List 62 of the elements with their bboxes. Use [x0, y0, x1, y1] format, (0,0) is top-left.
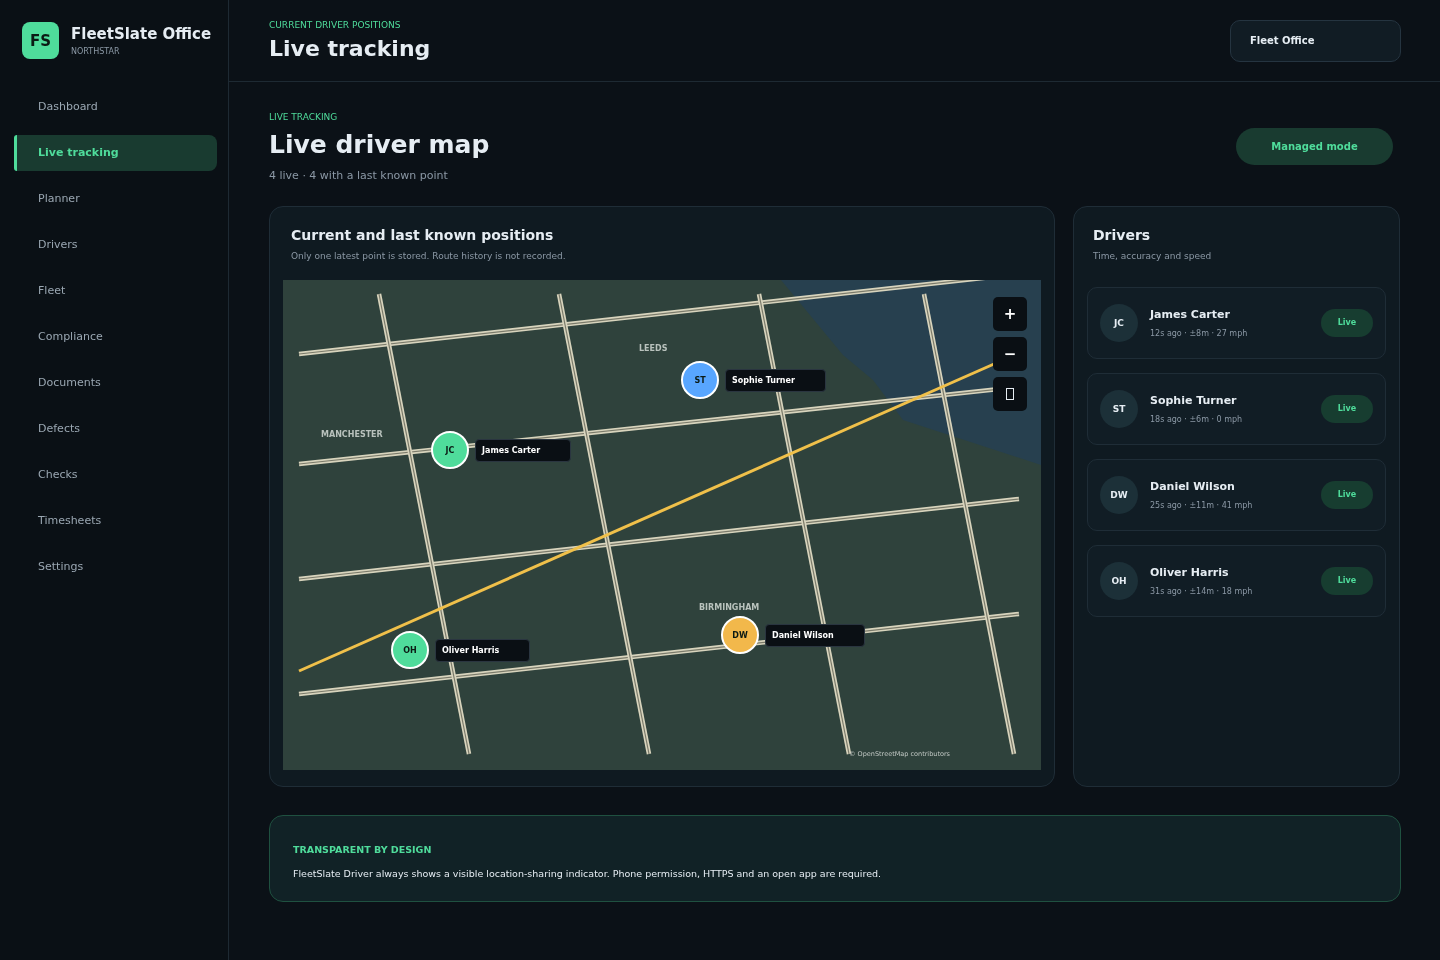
driver-row[interactable]: DW Daniel Wilson 25s ago · ±11m · 41 mph Live	[1087, 459, 1386, 531]
marker-label: Daniel Wilson	[765, 623, 865, 647]
driver-details: 12s ago · ±8m · 27 mph	[1150, 329, 1249, 338]
marker-label: Sophie Turner	[725, 368, 826, 392]
driver-name: Daniel Wilson	[1150, 480, 1236, 493]
card-subtitle: Time, accuracy and speed	[1093, 251, 1213, 261]
driver-avatar: OH	[1100, 562, 1138, 600]
city-label: BIRMINGHAM	[699, 603, 760, 612]
sidebar-item[interactable]: Fleet	[14, 273, 217, 309]
fullscreen-button[interactable]	[993, 377, 1027, 411]
card-title: Drivers	[1093, 227, 1152, 243]
status-badge: Live	[1321, 481, 1373, 509]
mode-badge: Managed mode	[1236, 128, 1393, 165]
sidebar-item[interactable]: Documents	[14, 365, 217, 401]
driver-name: James Carter	[1150, 308, 1231, 321]
driver-details: 25s ago · ±11m · 41 mph	[1150, 501, 1254, 510]
sidebar-item[interactable]: Settings	[14, 549, 217, 585]
driver-marker[interactable]: ST	[681, 361, 719, 399]
sidebar-item[interactable]: Drivers	[14, 227, 217, 263]
sidebar-item[interactable]: Defects	[14, 411, 217, 447]
notice-title: TRANSPARENT BY DESIGN	[293, 844, 432, 855]
rectangle-icon	[1006, 388, 1014, 400]
city-label: MANCHESTER	[321, 430, 383, 439]
organization-name: NORTHSTAR	[71, 47, 121, 56]
driver-details: 31s ago · ±14m · 18 mph	[1150, 587, 1254, 596]
app-name: FleetSlate Office	[71, 25, 212, 43]
driver-name: Oliver Harris	[1150, 566, 1230, 579]
status-badge: Live	[1321, 567, 1373, 595]
driver-marker[interactable]: DW	[721, 616, 759, 654]
logo: FS	[22, 22, 59, 59]
driver-marker[interactable]: JC	[431, 431, 469, 469]
driver-name: Sophie Turner	[1150, 394, 1238, 407]
driver-row[interactable]: JC James Carter 12s ago · ±8m · 27 mph Live	[1087, 287, 1386, 359]
header-eyebrow: CURRENT DRIVER POSITIONS	[269, 20, 402, 30]
status-badge: Live	[1321, 309, 1373, 337]
card-subtitle: Only one latest point is stored. Route history is not recorded.	[291, 251, 567, 261]
page-summary: 4 live · 4 with a last known point	[269, 169, 449, 182]
city-label: LEEDS	[639, 344, 668, 353]
status-badge: Live	[1321, 395, 1373, 423]
page-title: Live driver map	[269, 130, 490, 159]
sidebar-item[interactable]: Dashboard	[14, 89, 217, 125]
account-button[interactable]: Fleet Office	[1230, 19, 1401, 62]
marker-label: James Carter	[475, 438, 572, 462]
zoom-out-button[interactable]: −	[993, 337, 1027, 371]
sidebar-item[interactable]: Planner	[14, 181, 217, 217]
driver-avatar: JC	[1100, 304, 1138, 342]
driver-avatar: DW	[1100, 476, 1138, 514]
driver-row[interactable]: ST Sophie Turner 18s ago · ±6m · 0 mph Live	[1087, 373, 1386, 445]
sidebar-item[interactable]: Checks	[14, 457, 217, 493]
header-title: Live tracking	[269, 36, 431, 61]
marker-label: Oliver Harris	[435, 638, 531, 662]
driver-avatar: ST	[1100, 390, 1138, 428]
driver-details: 18s ago · ±6m · 0 mph	[1150, 415, 1244, 424]
zoom-in-button[interactable]: +	[993, 297, 1027, 331]
sidebar-item[interactable]: Live tracking	[14, 135, 217, 171]
card-title: Current and last known positions	[291, 227, 555, 243]
sidebar-item[interactable]: Timesheets	[14, 503, 217, 539]
driver-marker[interactable]: OH	[391, 631, 429, 669]
notice-text: FleetSlate Driver always shows a visible location-sharing indicator. Phone permission, HTTPS and an open app are required.	[293, 868, 883, 879]
driver-row[interactable]: OH Oliver Harris 31s ago · ±14m · 18 mph Live	[1087, 545, 1386, 617]
sidebar-item[interactable]: Compliance	[14, 319, 217, 355]
page-eyebrow: LIVE TRACKING	[269, 112, 339, 122]
